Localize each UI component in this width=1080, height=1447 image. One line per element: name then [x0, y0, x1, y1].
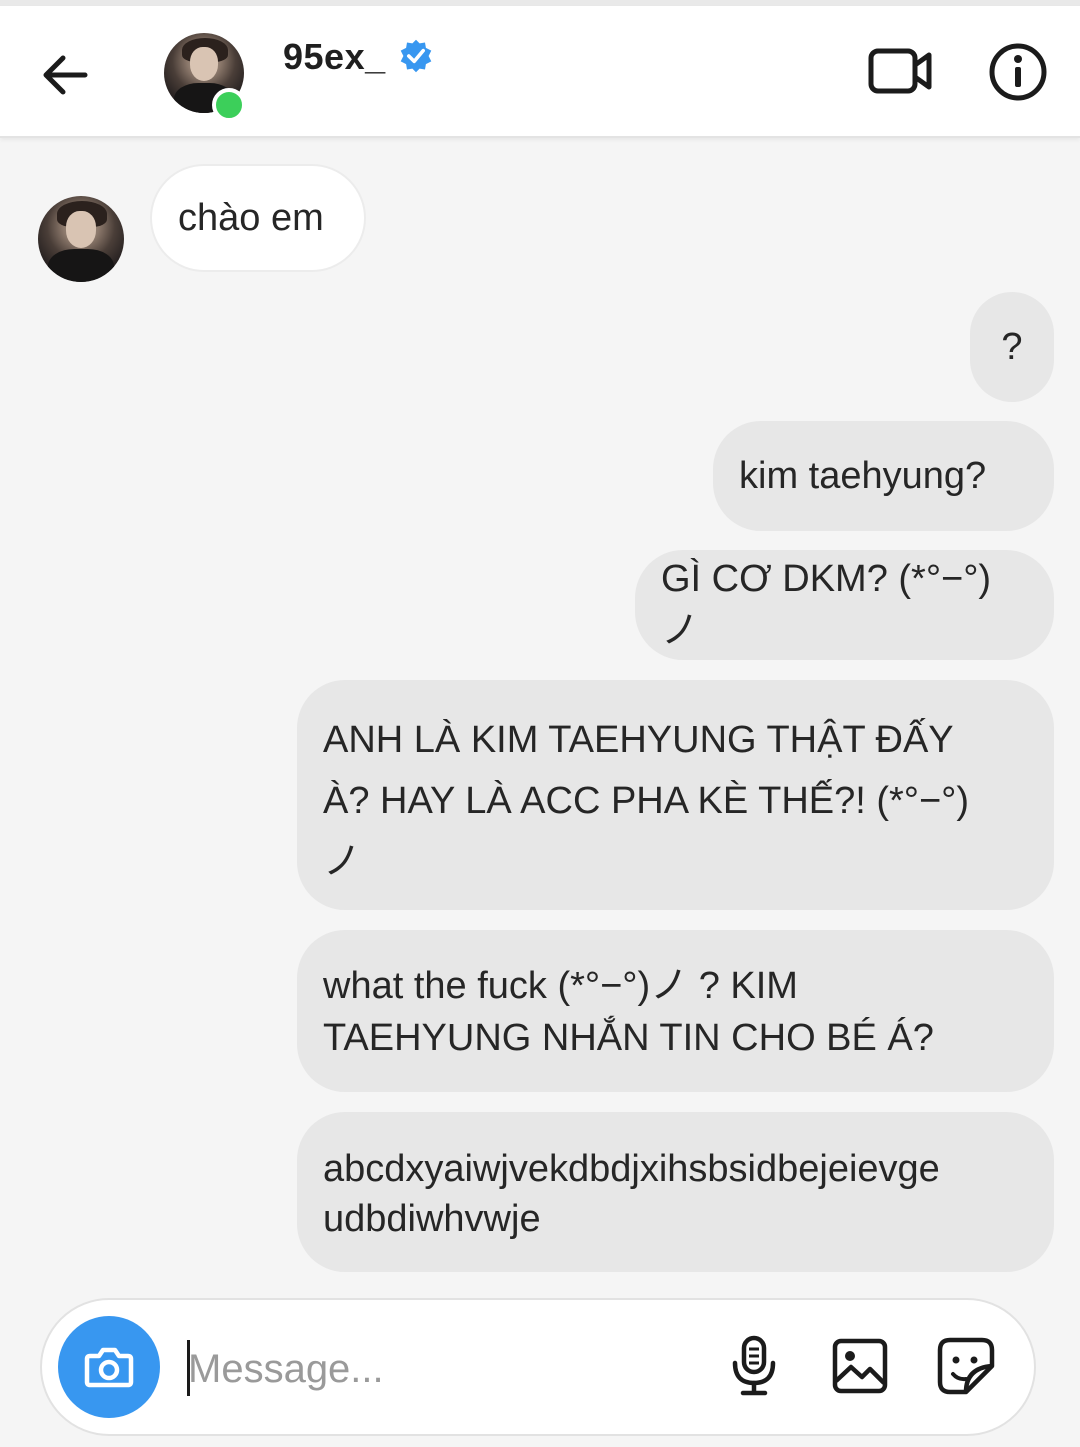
sticker-button[interactable] [930, 1330, 1002, 1402]
message-text: kim taehyung? [739, 455, 987, 497]
chat-screen: 95ex_ chào em ? kim taehyung? GÌ CƠ DKM?… [0, 0, 1080, 1447]
message-text: chào em [178, 197, 324, 239]
arrow-left-icon [43, 55, 88, 95]
sent-message-bubble[interactable]: ANH LÀ KIM TAEHYUNG THẬT ĐẤY À? HAY LÀ A… [297, 680, 1054, 910]
video-call-button[interactable] [866, 40, 936, 102]
message-text-line: ノ [323, 841, 362, 883]
info-icon [989, 43, 1047, 101]
contact-username[interactable]: 95ex_ [283, 36, 386, 78]
voice-message-button[interactable] [718, 1330, 790, 1402]
sent-message-bubble[interactable]: what the fuck (*°−°)ノ ? KIM TAEHYUNG NHẮ… [297, 930, 1054, 1092]
message-text: ? [1001, 326, 1023, 368]
message-text-line: what the fuck (*°−°)ノ ? KIM [323, 965, 798, 1007]
received-message-bubble[interactable]: chào em [150, 164, 366, 272]
text-cursor [187, 1340, 190, 1396]
message-input[interactable] [186, 1336, 690, 1402]
info-button[interactable] [986, 40, 1050, 104]
message-text-line: TAEHYUNG NHẮN TIN CHO BÉ Á? [323, 1017, 934, 1059]
message-text-line: À? HAY LÀ ACC PHA KÈ THẾ?! (*°−°) [323, 780, 970, 822]
sent-message-bubble[interactable]: GÌ CƠ DKM? (*°−°)ノ [635, 550, 1054, 660]
back-button[interactable] [34, 44, 96, 106]
message-text-line: udbdiwhvwje [323, 1198, 541, 1240]
message-text-line: abcdxyaiwjvekdbdjxihsbsidbejeievge [323, 1148, 940, 1190]
online-status-dot [212, 88, 246, 122]
microphone-icon [732, 1335, 776, 1396]
gallery-button[interactable] [824, 1330, 896, 1402]
camera-icon [84, 1347, 134, 1388]
sent-message-bubble[interactable]: abcdxyaiwjvekdbdjxihsbsidbejeievge udbdi… [297, 1112, 1054, 1272]
message-text: GÌ CƠ DKM? (*°−°)ノ [661, 558, 992, 652]
camera-button[interactable] [58, 1316, 160, 1418]
sent-message-bubble[interactable]: kim taehyung? [713, 421, 1054, 531]
sent-message-bubble[interactable]: ? [970, 292, 1054, 402]
sender-avatar[interactable] [38, 196, 124, 282]
verified-badge-icon [400, 39, 432, 73]
sticker-icon [937, 1337, 995, 1395]
video-camera-icon [868, 48, 932, 94]
image-gallery-icon [832, 1338, 888, 1394]
message-text-line: ANH LÀ KIM TAEHYUNG THẬT ĐẤY [323, 719, 954, 761]
chat-header: 95ex_ [0, 6, 1080, 138]
